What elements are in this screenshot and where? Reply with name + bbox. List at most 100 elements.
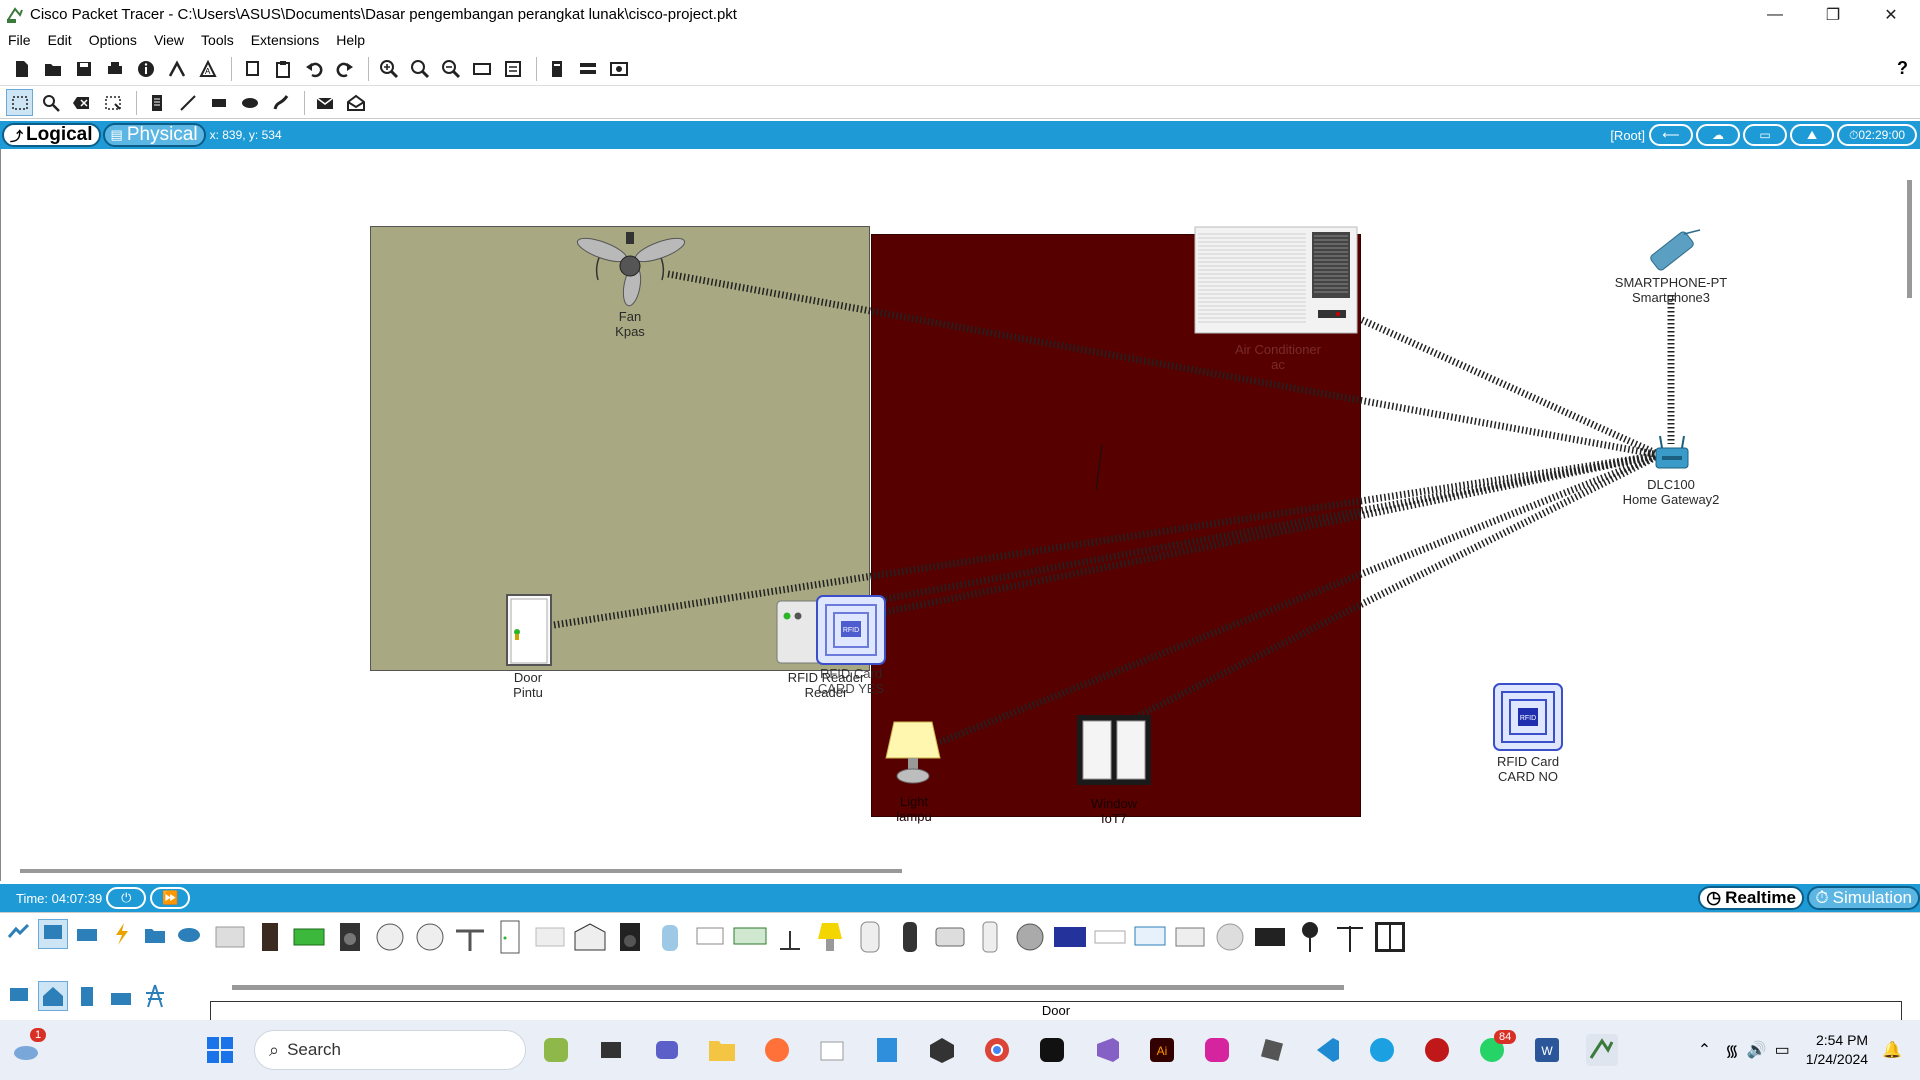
- multiuser-icon[interactable]: [174, 919, 204, 949]
- window-icon[interactable]: [1076, 714, 1152, 786]
- realtime-mode-button[interactable]: ◷ Realtime: [1698, 886, 1804, 910]
- home-gateway-icon[interactable]: [1652, 434, 1692, 474]
- device-light-icon[interactable]: [812, 919, 848, 955]
- device-lcd-icon[interactable]: [692, 919, 728, 955]
- device-smart-plug-icon[interactable]: [892, 919, 928, 955]
- windows-taskbar: 1 ⌕ Search Ai 84 W ⌃ ᯾ 🔊 ▭ 2:54 PM 1/24/…: [0, 1020, 1920, 1080]
- stopwatch-icon: ⏱: [1815, 888, 1829, 907]
- device-furnace-icon[interactable]: [532, 919, 568, 955]
- device-solar-panel-icon[interactable]: [1052, 919, 1088, 955]
- device-motion-detector-icon[interactable]: [852, 919, 888, 955]
- device-speaker-icon[interactable]: [332, 919, 368, 955]
- device-thermostat-icon[interactable]: [1092, 919, 1128, 955]
- simulation-mode-button[interactable]: ⏱ Simulation: [1807, 886, 1920, 910]
- clock-time: 2:54 PM: [1815, 1032, 1869, 1048]
- teams-chat-icon[interactable]: [651, 1034, 683, 1066]
- tray-overflow-icon[interactable]: ⌃: [1698, 1040, 1711, 1060]
- end-devices-icon[interactable]: [38, 919, 68, 949]
- search-icon: ⌕: [269, 1039, 280, 1060]
- rfid-card-yes-icon[interactable]: RFID: [816, 595, 886, 665]
- device-microphone-icon[interactable]: [1292, 919, 1328, 955]
- device-dc-meter-icon[interactable]: [412, 919, 448, 955]
- microsoft-store-icon[interactable]: [816, 1034, 848, 1066]
- smart-city-icon[interactable]: [72, 981, 102, 1011]
- device-subcategory-row: [4, 981, 174, 1011]
- canvas-vertical-scrollbar[interactable]: [1907, 180, 1912, 298]
- air-conditioner-icon[interactable]: [1194, 226, 1358, 334]
- device-humidifier-icon[interactable]: [652, 919, 688, 955]
- taskbar-clock[interactable]: 2:54 PM 1/24/2024: [1806, 1031, 1868, 1069]
- roblox-icon[interactable]: [1256, 1034, 1288, 1066]
- device-home-speaker-icon[interactable]: [612, 919, 648, 955]
- word-icon[interactable]: W: [1531, 1034, 1563, 1066]
- device-antenna-icon[interactable]: [1332, 919, 1368, 955]
- svg-text:W: W: [1541, 1044, 1553, 1058]
- window-label: Window IoT7: [1090, 796, 1138, 826]
- visual-studio-icon[interactable]: [1091, 1034, 1123, 1066]
- components-icon[interactable]: [72, 919, 102, 949]
- device-ac-meter-icon[interactable]: [372, 919, 408, 955]
- instagram-icon[interactable]: [1201, 1034, 1233, 1066]
- device-dishwasher-icon[interactable]: [212, 919, 248, 955]
- device-tv-icon[interactable]: [1132, 919, 1168, 955]
- wifi-icon[interactable]: ᯾: [1725, 1039, 1739, 1061]
- device-garage-door-icon[interactable]: [572, 919, 608, 955]
- fast-forward-icon[interactable]: ⏩: [150, 887, 191, 909]
- tiktok-icon[interactable]: [1036, 1034, 1068, 1066]
- power-grid-icon[interactable]: [140, 981, 170, 1011]
- door-label: Door Pintu: [513, 670, 543, 700]
- device-sprinkler-icon[interactable]: [972, 919, 1008, 955]
- copilot-icon[interactable]: [540, 1034, 572, 1066]
- chrome-icon[interactable]: [981, 1034, 1013, 1066]
- windows-start-icon[interactable]: [204, 1034, 236, 1066]
- device-washer-icon[interactable]: [1172, 919, 1208, 955]
- file-explorer-icon[interactable]: [706, 1034, 738, 1066]
- firefox-icon[interactable]: [761, 1034, 793, 1066]
- end-device-pc-icon[interactable]: [4, 981, 34, 1011]
- vscode-icon[interactable]: [1311, 1034, 1343, 1066]
- simulation-time: Time: 04:07:39: [16, 890, 103, 906]
- device-portable-music-icon[interactable]: [932, 919, 968, 955]
- edge-icon[interactable]: [1366, 1034, 1398, 1066]
- device-battery-icon[interactable]: [292, 919, 328, 955]
- mcafee-icon[interactable]: [1421, 1034, 1453, 1066]
- notepad-icon[interactable]: [871, 1034, 903, 1066]
- taskbar-search-box[interactable]: ⌕ Search: [254, 1030, 526, 1070]
- link-window-gateway: [1112, 451, 1662, 732]
- device-door-icon[interactable]: [492, 919, 528, 955]
- packet-tracer-taskbar-icon[interactable]: [1586, 1034, 1618, 1066]
- device-fan-icon[interactable]: [452, 919, 488, 955]
- door-icon[interactable]: [506, 594, 552, 666]
- realtime-clock-icon: ◷: [1706, 888, 1722, 907]
- whatsapp-badge: 84: [1494, 1030, 1517, 1044]
- miscellaneous-icon[interactable]: [140, 919, 170, 949]
- ceiling-fan-icon[interactable]: [572, 228, 690, 308]
- device-webcam-icon[interactable]: [1212, 919, 1248, 955]
- illustrator-icon[interactable]: Ai: [1146, 1034, 1178, 1066]
- connections-icon[interactable]: [106, 919, 136, 949]
- device-siren-icon[interactable]: [1012, 919, 1048, 955]
- device-coffee-maker-icon[interactable]: [252, 919, 288, 955]
- device-list-scrollbar[interactable]: [232, 985, 1344, 990]
- weather-badge: 1: [30, 1028, 47, 1042]
- rfid-card-no-icon[interactable]: RFID: [1493, 683, 1563, 751]
- fan-label: Fan Kpas: [615, 309, 645, 339]
- air-conditioner-label: Air Conditioner ac: [1235, 342, 1321, 372]
- device-window-icon[interactable]: [1372, 919, 1408, 955]
- light-lamp-icon[interactable]: [882, 720, 944, 790]
- network-devices-icon[interactable]: [4, 919, 34, 949]
- power-cycle-icon[interactable]: ⏻: [106, 887, 147, 909]
- canvas-horizontal-scrollbar[interactable]: [20, 869, 902, 873]
- notification-bell-icon[interactable]: 🔔: [1882, 1040, 1902, 1060]
- smartphone-icon[interactable]: [1644, 228, 1702, 276]
- volume-icon[interactable]: 🔊: [1747, 1040, 1767, 1060]
- industrial-icon[interactable]: [106, 981, 136, 1011]
- unity-icon[interactable]: [926, 1034, 958, 1066]
- device-old-car-icon[interactable]: [1252, 919, 1288, 955]
- task-view-icon[interactable]: [596, 1034, 628, 1066]
- home-icon[interactable]: [38, 981, 68, 1011]
- device-lamp-icon[interactable]: [772, 919, 808, 955]
- device-panel: Door: [0, 912, 1920, 1021]
- device-led-display-icon[interactable]: [732, 919, 768, 955]
- battery-icon[interactable]: ▭: [1775, 1040, 1790, 1060]
